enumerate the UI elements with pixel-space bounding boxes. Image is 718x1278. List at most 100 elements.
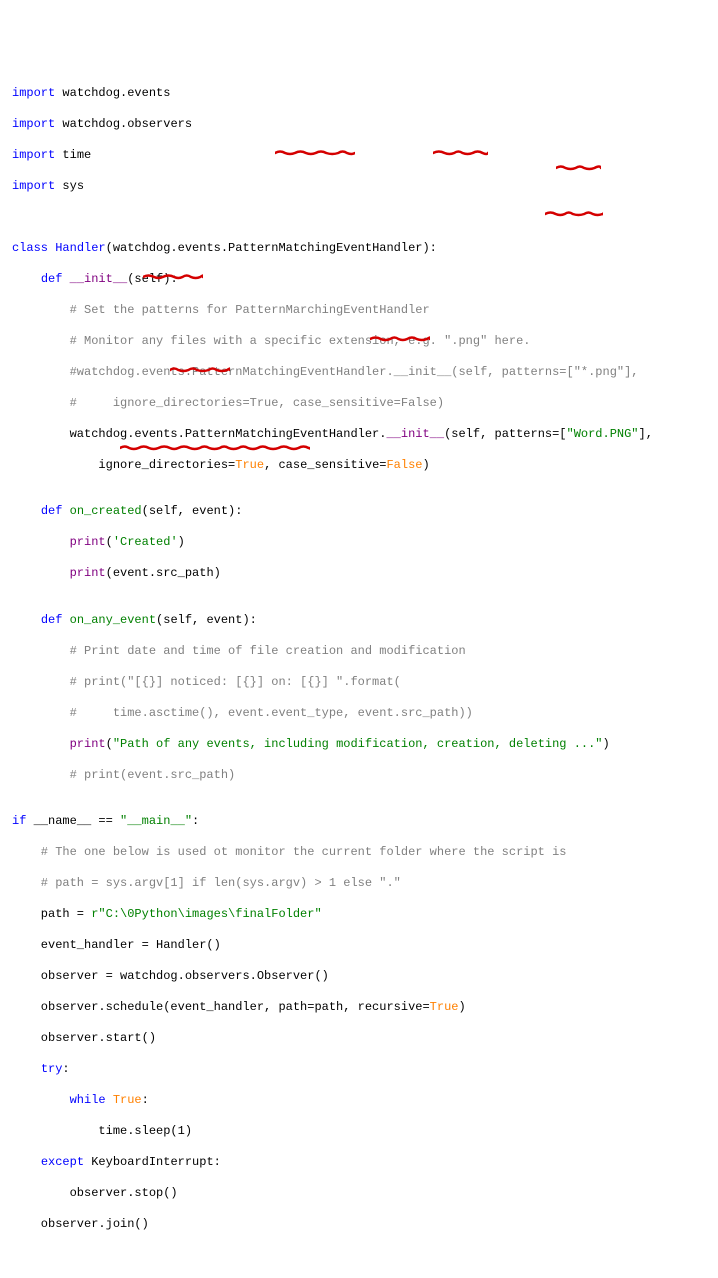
method-name: on_created [62, 504, 141, 518]
code-line: observer.schedule(event_handler, path=pa… [12, 1000, 706, 1016]
code-line: def on_created(self, event): [12, 504, 706, 520]
string-literal: 'Created' [113, 535, 178, 549]
builtin-print: print [70, 566, 106, 580]
params: (self): [127, 272, 177, 286]
colon: : [192, 814, 199, 828]
code-line: while True: [12, 1093, 706, 1109]
indent [12, 566, 70, 580]
call: observer.schedule(event_handler, path=pa… [12, 1000, 430, 1014]
code-line: except KeyboardInterrupt: [12, 1155, 706, 1171]
code-line: observer.stop() [12, 1186, 706, 1202]
code-line: def on_any_event(self, event): [12, 613, 706, 629]
print-arg: (event.src_path) [106, 566, 221, 580]
code-line: observer.join() [12, 1217, 706, 1233]
params: (self, event): [142, 504, 243, 518]
module-name: sys [55, 179, 84, 193]
keyword-try: try [41, 1062, 63, 1076]
indent [12, 1155, 41, 1169]
code-line: time.sleep(1) [12, 1124, 706, 1140]
code-line: observer.start() [12, 1031, 706, 1047]
keyword-def: def [41, 613, 63, 627]
kwarg: , case_sensitive= [264, 458, 386, 472]
module-name: watchdog.observers [55, 117, 192, 131]
class-base: (watchdog.events.PatternMatchingEventHan… [106, 241, 437, 255]
code-line: def __init__(self): [12, 272, 706, 288]
comment-line: # print(event.src_path) [12, 768, 706, 784]
call-base: watchdog.events.PatternMatchingEventHand… [12, 427, 386, 441]
code-line: try: [12, 1062, 706, 1078]
module-name: time [55, 148, 91, 162]
code-line: import time [12, 148, 706, 164]
builtin-print: print [70, 737, 106, 751]
keyword-def: def [41, 504, 63, 518]
args: (self, patterns=[ [444, 427, 566, 441]
indent [12, 1093, 70, 1107]
code-line: event_handler = Handler() [12, 938, 706, 954]
dunder-method: __init__ [62, 272, 127, 286]
comment-line: # The one below is used ot monitor the c… [12, 845, 706, 861]
comment-line: # time.asctime(), event.event_type, even… [12, 706, 706, 722]
code-line: class Handler(watchdog.events.PatternMat… [12, 241, 706, 257]
colon: : [142, 1093, 149, 1107]
keyword-import: import [12, 179, 55, 193]
code-line: watchdog.events.PatternMatchingEventHand… [12, 427, 706, 443]
close-paren: ) [458, 1000, 465, 1014]
keyword-import: import [12, 117, 55, 131]
kwarg: ignore_directories= [12, 458, 235, 472]
code-line: if __name__ == "__main__": [12, 814, 706, 830]
code-line: import watchdog.observers [12, 117, 706, 133]
keyword-except: except [41, 1155, 84, 1169]
indent [12, 535, 70, 549]
code-block: import watchdog.events import watchdog.o… [12, 70, 706, 1248]
keyword-class: class [12, 241, 48, 255]
raw-string-literal: r"C:\0Python\images\finalFolder" [91, 907, 321, 921]
class-name: Handler [48, 241, 106, 255]
comment-line: # Monitor any files with a specific exte… [12, 334, 706, 350]
keyword-if: if [12, 814, 26, 828]
comment-line: # print("[{}] noticed: [{}] on: [{}] ".f… [12, 675, 706, 691]
comment-line: # path = sys.argv[1] if len(sys.argv) > … [12, 876, 706, 892]
keyword-import: import [12, 86, 55, 100]
indent [12, 272, 41, 286]
params: (self, event): [156, 613, 257, 627]
code-line: print("Path of any events, including mod… [12, 737, 706, 753]
indent [12, 504, 41, 518]
comment-line: # ignore_directories=True, case_sensitiv… [12, 396, 706, 412]
comment-line: # Print date and time of file creation a… [12, 644, 706, 660]
code-line: import sys [12, 179, 706, 195]
string-literal: "Word.PNG" [567, 427, 639, 441]
keyword-while: while [70, 1093, 106, 1107]
close-bracket: ], [639, 427, 653, 441]
bool-literal: True [235, 458, 264, 472]
open-paren: ( [106, 535, 113, 549]
dunder-method: __init__ [386, 427, 444, 441]
indent [12, 613, 41, 627]
code-line: print(event.src_path) [12, 566, 706, 582]
open-paren: ( [106, 737, 113, 751]
code-line: path = r"C:\0Python\images\finalFolder" [12, 907, 706, 923]
exception-type: KeyboardInterrupt: [84, 1155, 221, 1169]
close-paren: ) [423, 458, 430, 472]
code-line: ignore_directories=True, case_sensitive=… [12, 458, 706, 474]
assign: path = [12, 907, 91, 921]
close-paren: ) [178, 535, 185, 549]
indent [12, 737, 70, 751]
keyword-import: import [12, 148, 55, 162]
comment-line: # Set the patterns for PatternMarchingEv… [12, 303, 706, 319]
number-literal: 1 [178, 1124, 185, 1138]
string-literal: "Path of any events, including modificat… [113, 737, 603, 751]
builtin-print: print [70, 535, 106, 549]
code-line: observer = watchdog.observers.Observer() [12, 969, 706, 985]
code-line: import watchdog.events [12, 86, 706, 102]
colon: : [62, 1062, 69, 1076]
method-name: on_any_event [62, 613, 156, 627]
indent [12, 1062, 41, 1076]
code-line: print('Created') [12, 535, 706, 551]
bool-literal: False [386, 458, 422, 472]
bool-literal: True [113, 1093, 142, 1107]
string-literal: "__main__" [120, 814, 192, 828]
close-paren: ) [603, 737, 610, 751]
call: time.sleep( [12, 1124, 178, 1138]
close-paren: ) [185, 1124, 192, 1138]
condition: __name__ == [26, 814, 120, 828]
